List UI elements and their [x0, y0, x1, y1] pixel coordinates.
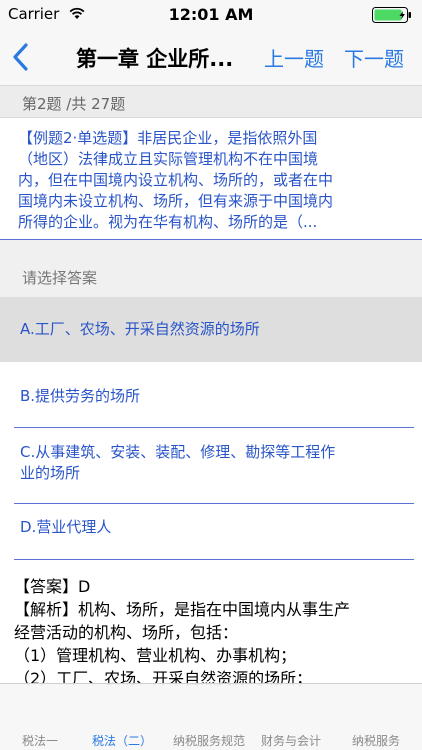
analysis-line: （1）管理机构、营业机构、办事机构；	[14, 646, 297, 665]
option-d[interactable]: D.营业代理人	[0, 504, 422, 560]
question-line: （地区）法律成立且实际管理机构不在中国境	[18, 150, 319, 168]
status-time: 12:01 AM	[168, 5, 254, 24]
option-a[interactable]: A.工厂、农场、开采自然资源的场所	[0, 297, 422, 362]
option-line: D.营业代理人	[20, 518, 112, 536]
option-c[interactable]: C.从事建筑、安装、装配、修理、勘探等工程作 业的场所	[0, 428, 422, 504]
page-title: 第一章 企业所...	[76, 47, 234, 71]
question-line: 内，但在中国境内设立机构、场所的，或者在中	[18, 171, 334, 189]
question-progress-row: 第2题 /共 27题	[0, 86, 422, 118]
question-box: 【例题2·单选题】非居民企业，是指依照外国 （地区）法律成立且实际管理机构不在中…	[0, 118, 422, 240]
question-line: 【例题2·单选题】非居民企业，是指依照外国	[18, 129, 318, 147]
tab-tax-law-1[interactable]: 税法一	[22, 732, 58, 749]
option-line: C.从事建筑、安装、装配、修理、勘探等工程作	[20, 443, 336, 461]
option-b[interactable]: B.提供劳务的场所	[0, 362, 422, 428]
status-bar: Carrier 12:01 AM	[0, 0, 422, 30]
option-line: B.提供劳务的场所	[20, 387, 141, 405]
option-line: 业的场所	[20, 464, 81, 482]
analysis-line: 经营活动的机构、场所，包括：	[14, 623, 239, 642]
next-question-button[interactable]: 下一题	[344, 43, 404, 72]
tab-finance-accounting[interactable]: 财务与会计	[261, 732, 321, 749]
tab-bar: 税法一 税法（二） 纳税服务规范 财务与会计 纳税服务	[0, 683, 422, 750]
tab-tax-service-norms[interactable]: 纳税服务规范	[173, 732, 245, 749]
prev-question-button[interactable]: 上一题	[264, 43, 324, 72]
question-progress: 第2题 /共 27题	[22, 95, 126, 113]
analysis-line: 【答案】D	[14, 577, 91, 596]
question-line: 国境内未设立机构、场所，但有来源于中国境内	[18, 192, 334, 210]
option-line: A.工厂、农场、开采自然资源的场所	[20, 320, 260, 338]
nav-bar: 第一章 企业所... 上一题 下一题	[0, 30, 422, 86]
option-b-text: B.提供劳务的场所	[20, 386, 405, 407]
answer-label: 请选择答案	[22, 269, 98, 287]
answer-label-row: 请选择答案	[0, 240, 422, 297]
chevron-left-icon[interactable]	[10, 42, 32, 72]
option-a-text: A.工厂、农场、开采自然资源的场所	[20, 319, 405, 340]
tab-tax-service[interactable]: 纳税服务	[352, 732, 400, 749]
question-line: 所得的企业。视为在华有机构、场所的是（...	[18, 213, 318, 231]
question-text: 【例题2·单选题】非居民企业，是指依照外国 （地区）法律成立且实际管理机构不在中…	[18, 128, 408, 233]
option-c-text: C.从事建筑、安装、装配、修理、勘探等工程作 业的场所	[20, 442, 405, 484]
analysis-line: 【解析】机构、场所，是指在中国境内从事生产	[14, 600, 351, 619]
battery-icon	[372, 7, 411, 23]
option-d-text: D.营业代理人	[20, 517, 405, 538]
tab-tax-law-2[interactable]: 税法（二）	[92, 732, 152, 749]
